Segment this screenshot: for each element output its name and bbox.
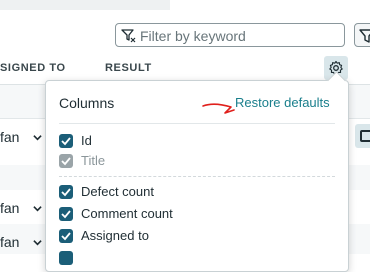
search-input[interactable]: Filter by keyword: [115, 23, 345, 47]
toolbar-strip: [0, 0, 170, 10]
assignee-value: fan: [0, 129, 20, 145]
checkmark-icon: [61, 232, 71, 241]
search-placeholder: Filter by keyword: [140, 28, 246, 44]
annotation-arrow: [202, 103, 235, 114]
column-option-id[interactable]: Id: [59, 132, 329, 152]
columns-popover: Columns Restore defaults Id Title Defect…: [45, 71, 349, 272]
checkbox[interactable]: [59, 134, 73, 148]
panel-toggle-icon: [360, 130, 370, 142]
restore-defaults-link[interactable]: Restore defaults: [235, 95, 330, 110]
option-label: Assigned to: [81, 228, 149, 243]
chevron-down-icon[interactable]: [33, 133, 42, 142]
checkbox[interactable]: [59, 207, 73, 221]
checkmark-icon: [61, 157, 71, 166]
checkmark-icon: [61, 137, 71, 146]
divider: [59, 176, 335, 177]
option-label: Title: [81, 153, 106, 168]
filter-icon: [121, 28, 137, 44]
column-option-assigned-to[interactable]: Assigned to: [59, 227, 329, 247]
column-option-result[interactable]: [59, 249, 329, 269]
option-label: Id: [81, 133, 92, 148]
funnel-icon: [359, 29, 370, 43]
checkbox[interactable]: [59, 185, 73, 199]
column-option-title: Title: [59, 152, 329, 172]
filter-button[interactable]: [354, 23, 370, 47]
column-option-defect-count[interactable]: Defect count: [59, 183, 329, 203]
assignee-value: fan: [0, 234, 20, 250]
column-option-comment-count[interactable]: Comment count: [59, 205, 329, 225]
option-label: Comment count: [81, 206, 173, 221]
chevron-down-icon[interactable]: [33, 204, 42, 213]
checkmark-icon: [61, 188, 71, 197]
column-header-result[interactable]: RESULT: [105, 62, 152, 74]
option-label: Defect count: [81, 184, 154, 199]
column-header-assigned[interactable]: SIGNED TO: [0, 62, 66, 74]
popover-title: Columns: [59, 95, 115, 111]
checkbox[interactable]: [59, 229, 73, 243]
checkmark-icon: [61, 210, 71, 219]
checkbox[interactable]: [59, 251, 73, 265]
assignee-value: fan: [0, 200, 20, 216]
divider: [59, 123, 335, 124]
chevron-down-icon[interactable]: [33, 238, 42, 247]
panel-toggle-button[interactable]: [355, 124, 370, 148]
checkbox: [59, 154, 73, 168]
